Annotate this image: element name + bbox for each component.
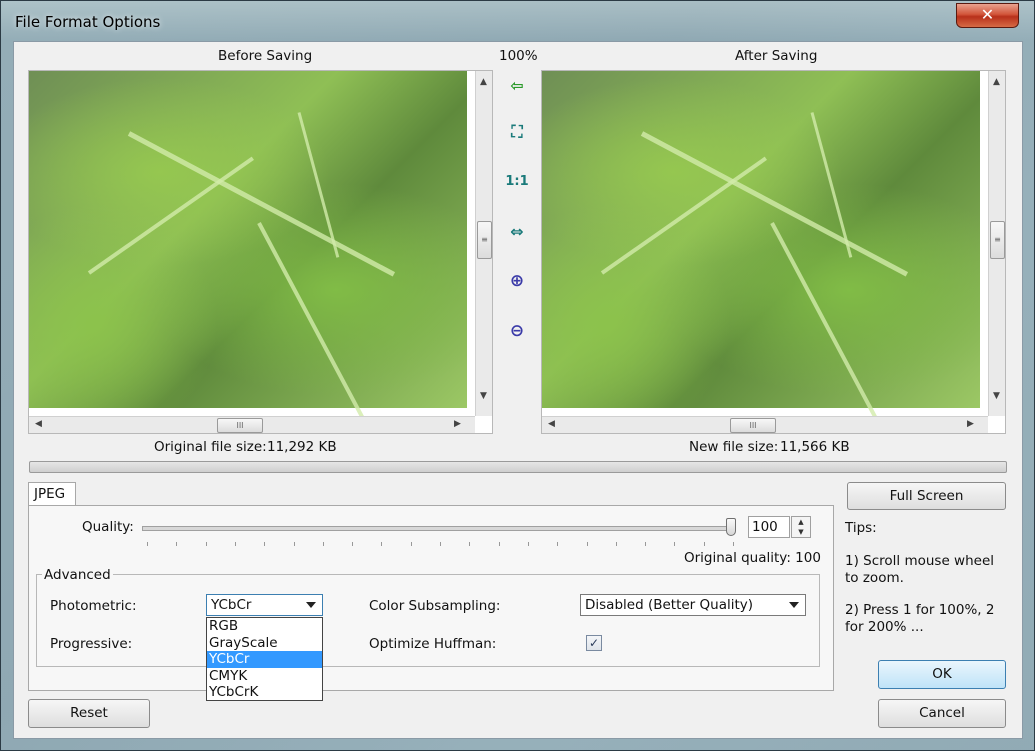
quality-label: Quality:: [82, 519, 134, 535]
quality-slider-track[interactable]: [142, 526, 736, 531]
photometric-select[interactable]: YCbCr: [206, 594, 323, 616]
slider-tick: [440, 542, 441, 546]
reset-button[interactable]: Reset: [28, 699, 150, 728]
slider-tick: [615, 542, 617, 546]
zoom-out-icon[interactable]: ⊖: [506, 320, 528, 342]
after-vscroll-thumb[interactable]: ≡: [990, 221, 1005, 259]
slider-tick: [205, 542, 207, 546]
slider-tick: [527, 542, 529, 546]
after-vertical-scrollbar[interactable]: ▲ ≡ ▼: [988, 71, 1005, 416]
slider-tick: [733, 542, 734, 546]
advanced-label: Advanced: [42, 567, 113, 583]
fit-width-icon[interactable]: ⇔: [506, 221, 528, 243]
tip-scroll-zoom: 1) Scroll mouse wheel to zoom.: [845, 553, 995, 586]
new-size-label: New file size:: [689, 439, 779, 455]
slider-tick: [147, 542, 148, 546]
photometric-label: Photometric:: [50, 598, 137, 614]
slider-tick: [410, 542, 412, 546]
after-saving-label: After Saving: [735, 48, 818, 64]
dropdown-option[interactable]: CMYK: [207, 668, 322, 685]
full-screen-button[interactable]: Full Screen: [847, 482, 1006, 510]
after-horizontal-scrollbar[interactable]: ◀ III ▶: [542, 416, 988, 433]
before-vscroll-thumb[interactable]: ≡: [477, 221, 492, 259]
quality-slider-thumb[interactable]: [726, 518, 736, 536]
dropdown-option[interactable]: YCbCrK: [207, 684, 322, 701]
dropdown-option[interactable]: RGB: [207, 618, 322, 635]
dialog-window: File Format Options ✕ Before Saving 100%…: [0, 0, 1035, 751]
tips-title: Tips:: [845, 520, 877, 536]
fit-window-icon[interactable]: ⛶: [506, 121, 528, 143]
before-horizontal-scrollbar[interactable]: ◀ III ▶: [29, 416, 475, 433]
spinner-down-icon[interactable]: ▼: [792, 527, 810, 537]
quality-spinner[interactable]: ▲ ▼: [791, 516, 811, 538]
quality-input[interactable]: 100: [748, 516, 790, 538]
close-button[interactable]: ✕: [956, 3, 1019, 28]
new-size-value: 11,566 KB: [780, 439, 850, 455]
before-saving-label: Before Saving: [218, 48, 313, 64]
close-icon: ✕: [980, 5, 995, 24]
subsampling-value: Disabled (Better Quality): [585, 597, 754, 613]
subsampling-label: Color Subsampling:: [369, 598, 501, 614]
before-preview-pane[interactable]: ▲ ≡ ▼ ◀ III ▶: [28, 70, 493, 434]
advanced-groupbox: [36, 574, 820, 667]
huffman-label: Optimize Huffman:: [369, 636, 497, 652]
slider-tick: [469, 542, 471, 546]
ok-button[interactable]: OK: [878, 660, 1006, 689]
photometric-dropdown-list[interactable]: RGB GrayScale YCbCr CMYK YCbCrK: [206, 617, 323, 701]
zoom-level: 100%: [499, 48, 538, 64]
tab-jpeg-label: JPEG: [34, 486, 66, 502]
slider-tick: [703, 542, 705, 546]
after-preview-image: [542, 71, 980, 419]
actual-size-icon[interactable]: 1:1: [503, 171, 531, 193]
photometric-value: YCbCr: [211, 597, 252, 613]
slider-tick: [674, 542, 676, 546]
arrow-left-icon[interactable]: ⇦: [506, 75, 528, 97]
dropdown-option[interactable]: GrayScale: [207, 635, 322, 652]
progressive-label: Progressive:: [50, 636, 133, 652]
tab-jpeg[interactable]: JPEG: [28, 482, 76, 506]
original-quality-text: Original quality: 100: [684, 550, 821, 566]
slider-tick: [264, 542, 266, 546]
zoom-in-icon[interactable]: ⊕: [506, 270, 528, 292]
dropdown-option-selected[interactable]: YCbCr: [207, 651, 322, 668]
chevron-down-icon: [789, 602, 799, 608]
slider-tick: [645, 542, 647, 546]
before-hscroll-thumb[interactable]: III: [217, 418, 263, 433]
subsampling-select[interactable]: Disabled (Better Quality): [580, 594, 806, 616]
slider-tick: [176, 542, 178, 546]
slider-tick: [293, 542, 295, 546]
slider-tick: [322, 542, 324, 546]
chevron-down-icon: [306, 602, 316, 608]
dialog-client-area: Before Saving 100% After Saving ▲ ≡ ▼ ◀ …: [13, 41, 1023, 739]
tip-zoom-keys: 2) Press 1 for 100%, 2 for 200% ...: [845, 602, 995, 635]
window-title: File Format Options: [15, 13, 161, 31]
slider-tick: [586, 542, 588, 546]
before-preview-image: [29, 71, 467, 419]
original-size-value: 11,292 KB: [267, 439, 337, 455]
slider-tick: [352, 542, 354, 546]
slider-tick: [498, 542, 500, 546]
spinner-up-icon[interactable]: ▲: [792, 517, 810, 527]
after-preview-pane[interactable]: ▲ ≡ ▼ ◀ III ▶: [541, 70, 1006, 434]
original-size-label: Original file size:: [154, 439, 267, 455]
optimize-huffman-checkbox[interactable]: ✓: [586, 635, 602, 651]
slider-tick: [234, 542, 236, 546]
before-vertical-scrollbar[interactable]: ▲ ≡ ▼: [475, 71, 492, 416]
progress-bar: [29, 461, 1007, 473]
slider-tick: [381, 542, 383, 546]
cancel-button[interactable]: Cancel: [878, 699, 1006, 728]
after-hscroll-thumb[interactable]: III: [730, 418, 776, 433]
checkmark-icon: ✓: [588, 636, 600, 650]
slider-tick: [557, 542, 559, 546]
